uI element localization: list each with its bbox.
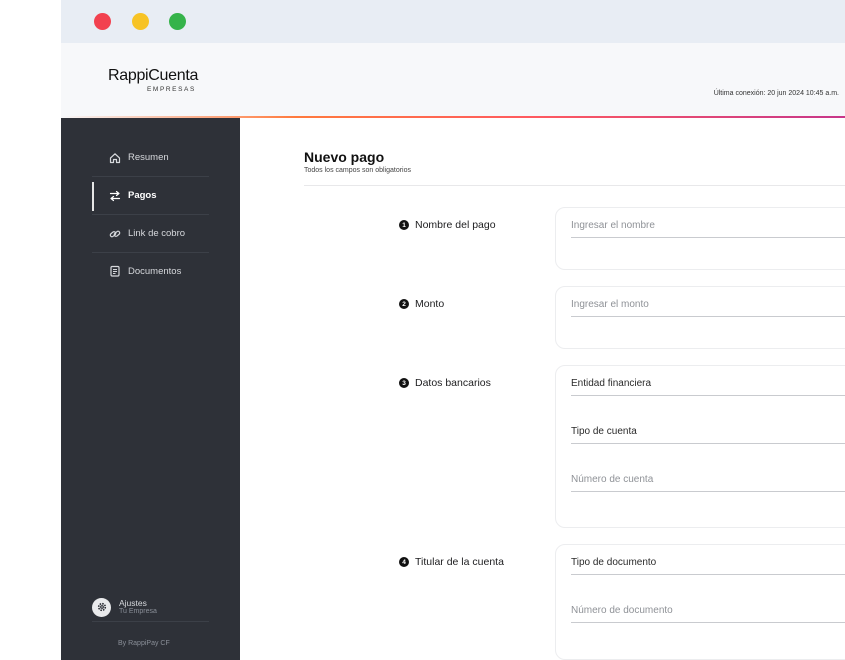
minimize-window-button[interactable]: [132, 13, 149, 30]
sidebar-item-label: Resumen: [128, 152, 169, 163]
section-label-text: Titular de la cuenta: [415, 556, 504, 568]
link-icon: [109, 228, 121, 240]
step-number: 2: [399, 299, 409, 309]
rappicuenta-logo[interactable]: RappiCuenta EMPRESAS: [108, 68, 198, 94]
step-number: 4: [399, 557, 409, 567]
sidebar-item-label: Link de cobro: [128, 228, 186, 239]
document-icon: [109, 265, 121, 277]
sidebar-footer: By RappiPay CF: [118, 640, 170, 647]
settings-label: Ajustes: [119, 597, 147, 608]
step-number: 3: [399, 378, 409, 388]
monto-card: Ingresar el monto: [555, 286, 845, 349]
logo-subtitle: EMPRESAS: [147, 86, 196, 93]
app-header: RappiCuenta EMPRESAS Última conexión: 20…: [61, 43, 845, 118]
sidebar-item-pagos[interactable]: Pagos: [92, 177, 209, 215]
page-subtitle: Todos los campos son obligatorios: [304, 167, 412, 174]
logo-name: RappiCuenta: [108, 67, 199, 84]
window-titlebar: [61, 0, 845, 43]
app-window: RappiCuenta EMPRESAS Última conexión: 20…: [61, 0, 845, 660]
settings-button[interactable]: Ajustes Tu Empresa: [92, 590, 209, 624]
sidebar-item-resumen[interactable]: Resumen: [92, 139, 209, 177]
sidebar-divider: [92, 621, 209, 622]
sidebar-item-link-de-cobro[interactable]: Link de cobro: [92, 215, 209, 253]
section-label-titular: 4 Titular de la cuenta: [399, 556, 504, 568]
document-type-select[interactable]: Tipo de documento: [571, 553, 845, 575]
nombre-card: Ingresar el nombre: [555, 207, 845, 270]
step-number: 1: [399, 220, 409, 230]
payment-name-input[interactable]: Ingresar el nombre: [571, 216, 845, 238]
transfer-arrows-icon: [109, 190, 121, 202]
page-title: Nuevo pago: [304, 149, 385, 165]
close-window-button[interactable]: [94, 13, 111, 30]
sidebar: Resumen Pagos Link de cobro Documentos A…: [61, 118, 240, 660]
financial-entity-select[interactable]: Entidad financiera: [571, 374, 845, 396]
titular-card: Tipo de documento Número de documento: [555, 544, 845, 660]
gear-icon: [92, 597, 111, 617]
section-label-nombre: 1 Nombre del pago: [399, 219, 496, 231]
settings-company: Tu Empresa: [119, 607, 157, 615]
section-label-text: Nombre del pago: [415, 219, 496, 231]
account-number-input[interactable]: Número de cuenta: [571, 470, 845, 492]
main-content: Nuevo pago Todos los campos son obligato…: [240, 118, 845, 660]
section-label-text: Monto: [415, 298, 445, 310]
sidebar-item-label: Pagos: [128, 190, 157, 201]
title-divider: [304, 185, 845, 186]
account-type-select[interactable]: Tipo de cuenta: [571, 422, 845, 444]
last-connection-text: Última conexión: 20 jun 2024 10:45 a.m.: [713, 90, 839, 97]
home-icon: [109, 152, 121, 164]
maximize-window-button[interactable]: [169, 13, 186, 30]
section-label-monto: 2 Monto: [399, 298, 444, 310]
sidebar-item-documentos[interactable]: Documentos: [92, 252, 209, 290]
amount-input[interactable]: Ingresar el monto: [571, 295, 845, 317]
sidebar-item-label: Documentos: [128, 265, 182, 277]
datos-bancarios-card: Entidad financiera Tipo de cuenta Número…: [555, 365, 845, 528]
document-number-input[interactable]: Número de documento: [571, 601, 845, 623]
section-label-text: Datos bancarios: [415, 377, 491, 389]
section-label-datos-bancarios: 3 Datos bancarios: [399, 377, 491, 389]
